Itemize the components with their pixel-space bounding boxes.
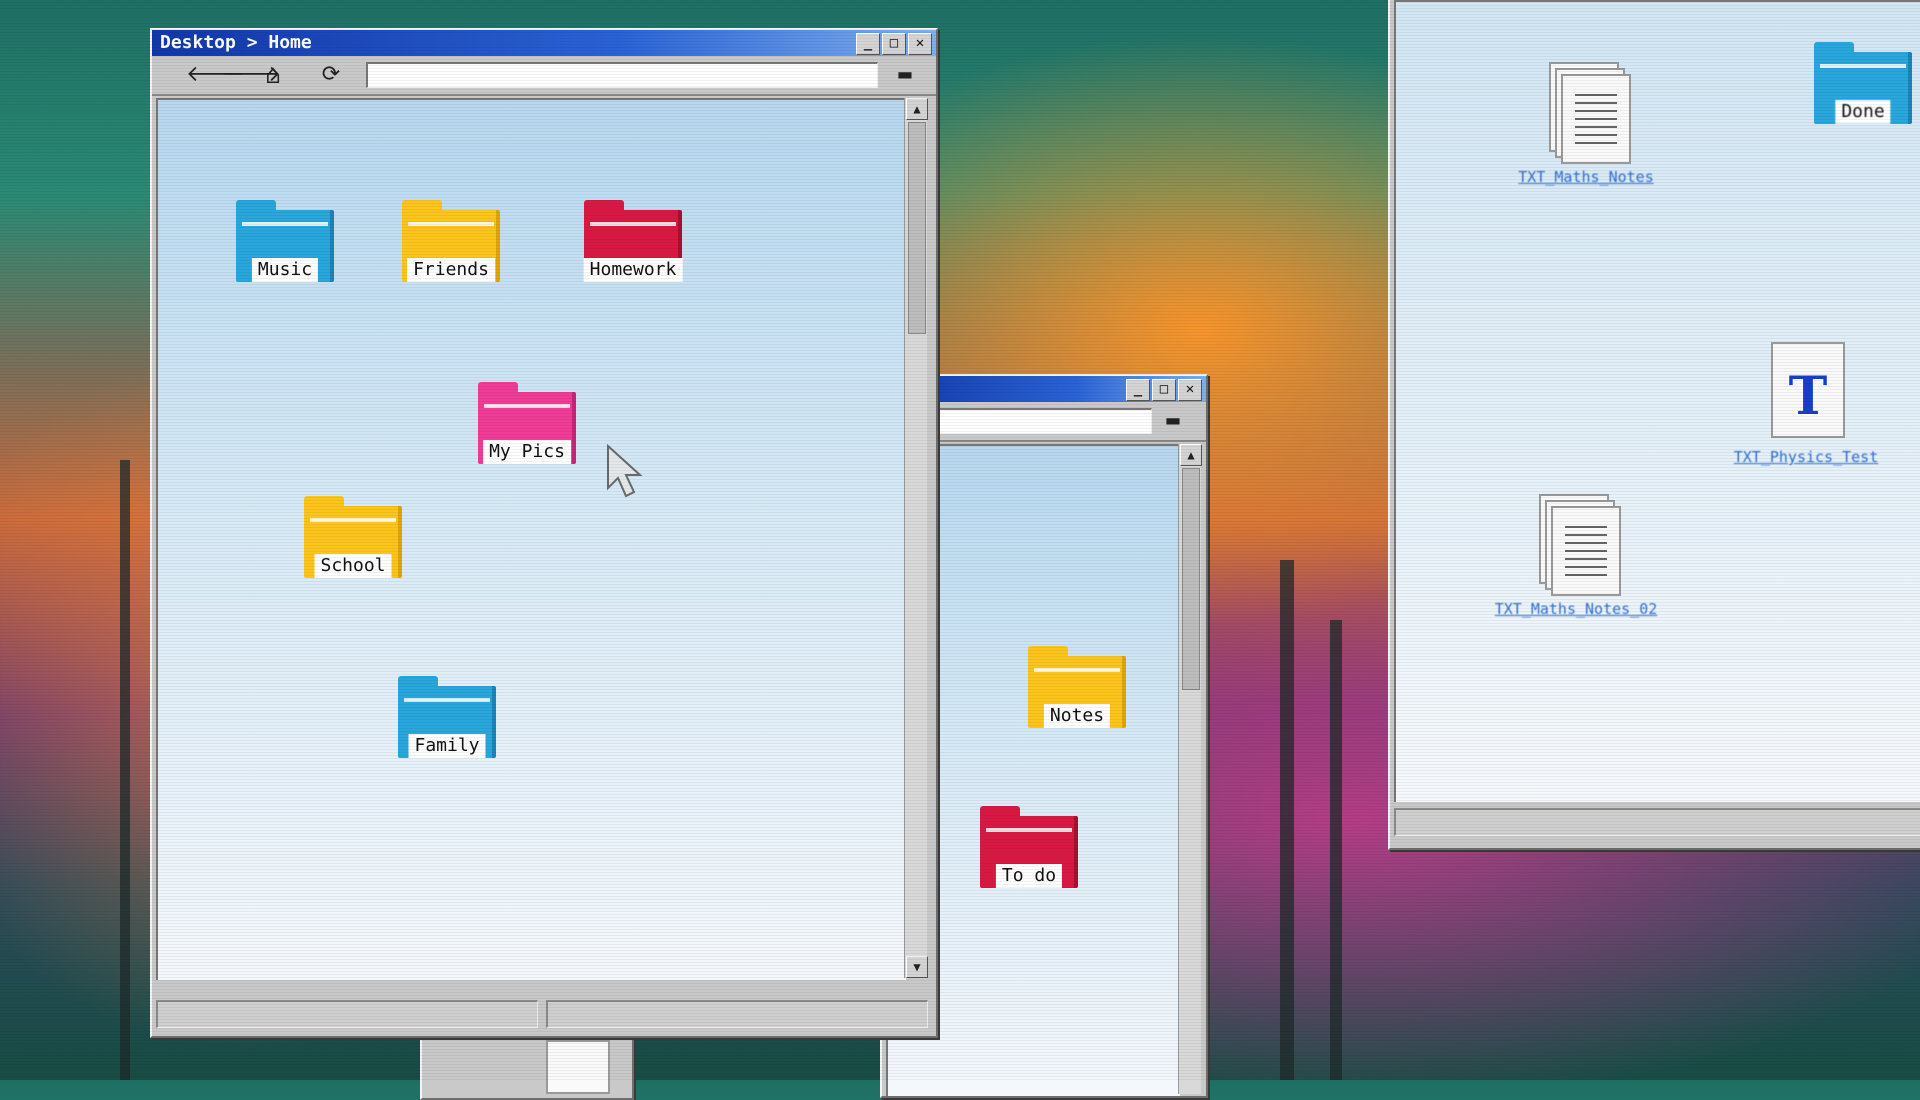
open-folder-icon[interactable]: ▬ [1160, 408, 1186, 434]
folder-label: To do [995, 864, 1063, 888]
file-label: TXT_Physics_Test [1733, 448, 1879, 466]
file-item[interactable]: T TXT_Physics_Test [1716, 342, 1896, 466]
title-bar[interactable]: Desktop > Home _ □ ✕ [152, 30, 936, 56]
text-document-icon: T [1761, 342, 1851, 442]
right-window-content: TXT_Maths_Notes Done T TXT_Physics_Test … [1394, 0, 1920, 802]
folder-done[interactable]: Done [1814, 42, 1912, 124]
folder-label: Homework [583, 258, 683, 282]
folder-family[interactable]: Family [398, 676, 496, 758]
forward-arrow-icon[interactable]: 🡒 [222, 62, 281, 88]
vertical-scrollbar[interactable]: ▲ [1178, 444, 1202, 1094]
minimize-button[interactable]: _ [1126, 379, 1150, 401]
background-window [420, 1036, 634, 1100]
folder-label: Music [251, 258, 319, 282]
folder-label: Notes [1043, 704, 1111, 728]
scroll-down-button[interactable]: ▼ [906, 956, 928, 978]
toolbar: 🡐 🡒 ⌂ ⟳ ▬ [152, 56, 936, 96]
file-item[interactable]: TXT_Maths_Notes_02 [1476, 494, 1676, 618]
folder-label: Friends [407, 258, 495, 282]
file-item[interactable]: TXT_Maths_Notes [1496, 62, 1676, 186]
folder-homework[interactable]: Homework [583, 200, 683, 282]
right-window[interactable]: TXT_Maths_Notes Done T TXT_Physics_Test … [1388, 0, 1920, 850]
folder-todo[interactable]: To do [980, 806, 1078, 888]
scroll-up-button[interactable]: ▲ [906, 98, 928, 120]
folder-music[interactable]: Music [236, 200, 334, 282]
palm-tree-silhouette [120, 460, 130, 1080]
file-label: TXT_Maths_Notes [1518, 168, 1654, 186]
open-folder-icon[interactable]: ▬ [892, 62, 918, 88]
main-window-content: Music Friends Homework My Pics School Fa… [156, 98, 906, 980]
address-bar[interactable] [366, 62, 878, 88]
document-icon [546, 1040, 610, 1094]
scroll-up-button[interactable]: ▲ [1180, 444, 1202, 466]
folder-label: School [314, 554, 392, 578]
refresh-icon[interactable]: ⟳ [318, 62, 344, 88]
close-button[interactable]: ✕ [1178, 379, 1202, 401]
mouse-cursor-icon [607, 444, 643, 498]
window-title: Desktop > Home [160, 32, 312, 53]
scroll-thumb[interactable] [1182, 468, 1200, 690]
home-icon[interactable]: ⌂ [260, 62, 286, 88]
folder-friends[interactable]: Friends [402, 200, 500, 282]
document-stack-icon [1531, 494, 1621, 596]
folder-label: Family [408, 734, 486, 758]
folder-label: My Pics [483, 440, 571, 464]
main-window[interactable]: Desktop > Home _ □ ✕ 🡐 🡒 ⌂ ⟳ ▬ Music Fri… [150, 28, 938, 1038]
maximize-button[interactable]: □ [882, 33, 906, 55]
minimize-button[interactable]: _ [856, 33, 880, 55]
back-arrow-icon[interactable]: 🡐 [186, 62, 245, 88]
status-bar [1394, 808, 1920, 836]
scroll-thumb[interactable] [908, 122, 926, 334]
status-bar [156, 1000, 928, 1028]
maximize-button[interactable]: □ [1152, 379, 1176, 401]
palm-tree-silhouette [1330, 620, 1342, 1080]
folder-notes[interactable]: Notes [1028, 646, 1126, 728]
file-label: TXT_Maths_Notes_02 [1494, 600, 1658, 618]
palm-tree-silhouette [1280, 560, 1294, 1080]
vertical-scrollbar[interactable]: ▲ ▼ [904, 98, 928, 978]
close-button[interactable]: ✕ [908, 33, 932, 55]
document-stack-icon [1541, 62, 1631, 164]
folder-my-pics[interactable]: My Pics [478, 382, 576, 464]
folder-school[interactable]: School [304, 496, 402, 578]
folder-label: Done [1835, 100, 1891, 124]
